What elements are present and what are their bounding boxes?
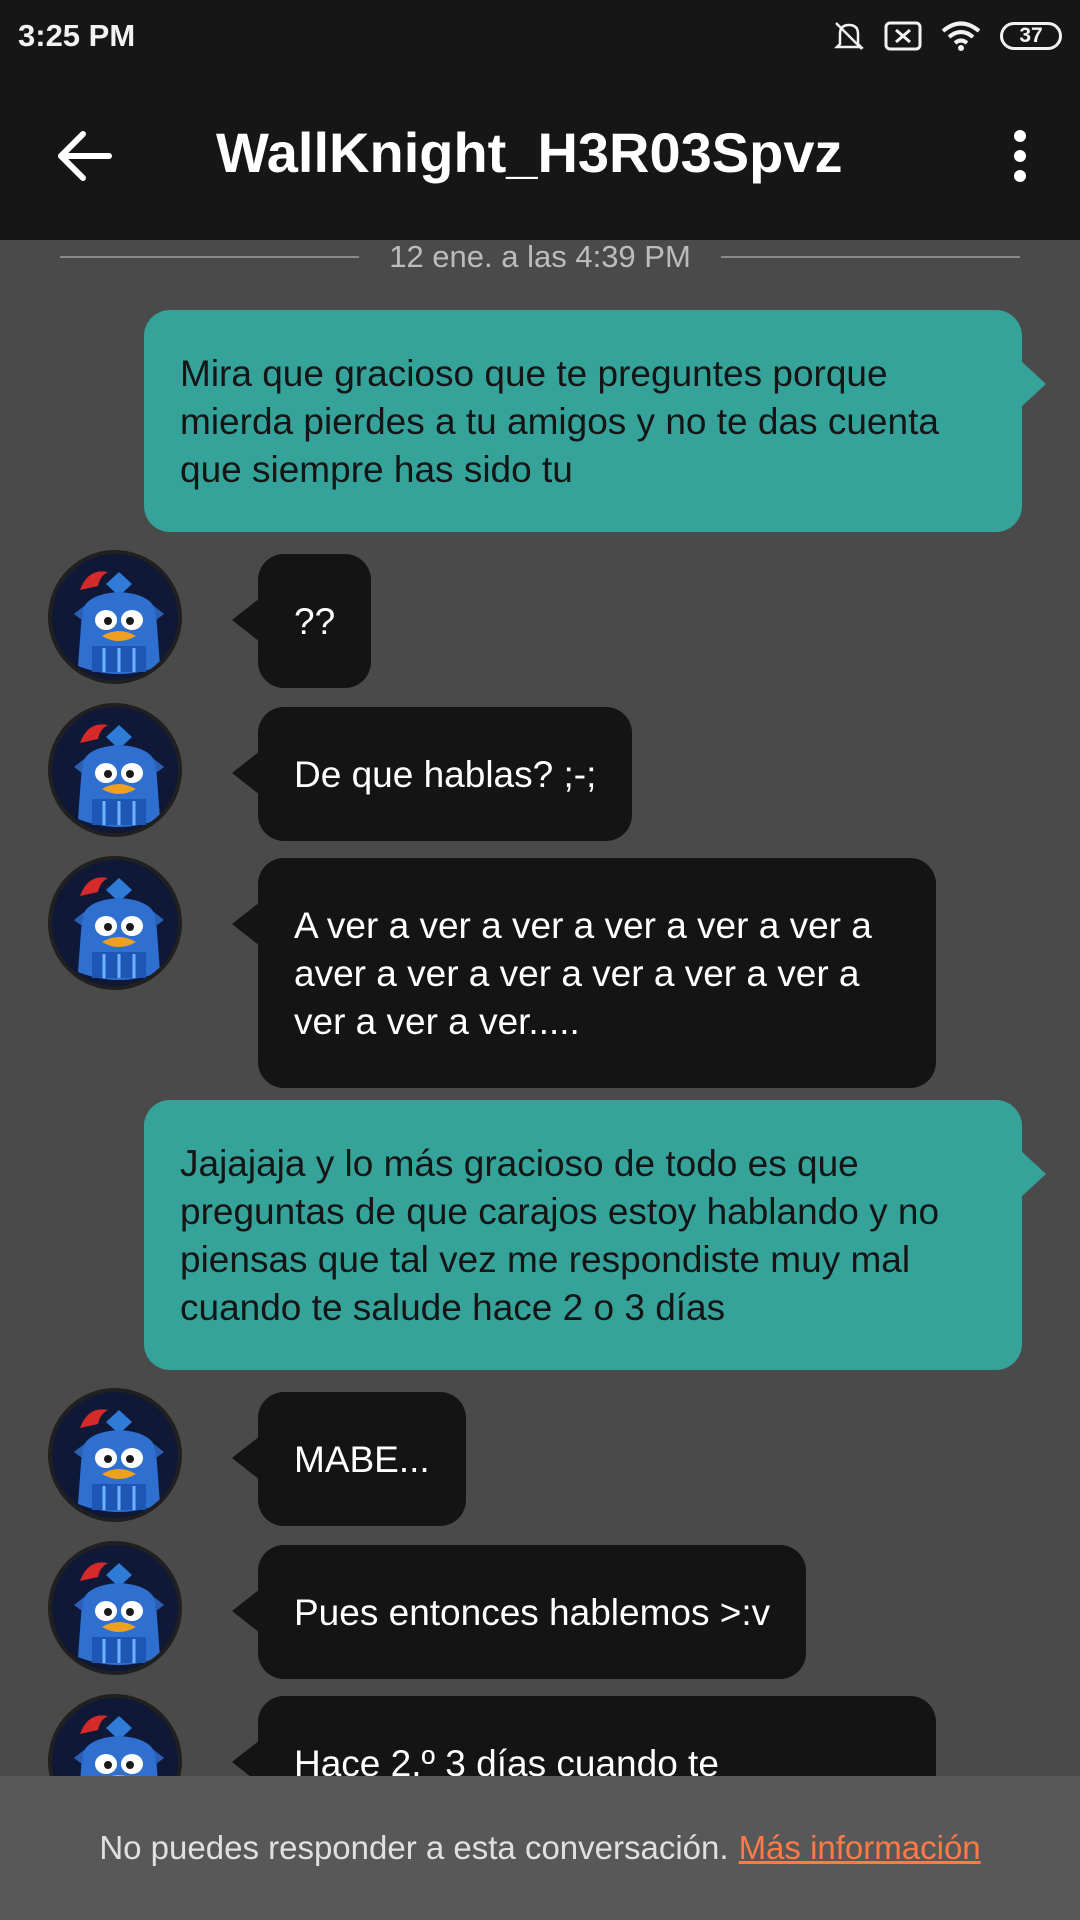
avatar[interactable] bbox=[48, 856, 182, 990]
bell-muted-icon bbox=[833, 22, 865, 50]
app-bar: WallKnight_H3R03Spvz bbox=[0, 72, 1080, 240]
incoming-message[interactable]: A ver a ver a ver a ver a ver a ver a av… bbox=[232, 858, 936, 1088]
status-time: 3:25 PM bbox=[18, 18, 136, 53]
notification-x-icon bbox=[884, 21, 922, 51]
message-text: De que hablas? ;-; bbox=[294, 754, 597, 795]
incoming-message[interactable]: MABE... bbox=[232, 1392, 466, 1526]
outgoing-message[interactable]: Mira que gracioso que te preguntes porqu… bbox=[144, 310, 1046, 532]
message-text: ?? bbox=[294, 601, 336, 642]
status-bar: 3:25 PM 37 bbox=[0, 0, 1080, 72]
back-arrow-icon[interactable] bbox=[55, 126, 115, 186]
more-options-icon[interactable] bbox=[1000, 126, 1040, 186]
knight-avatar-icon bbox=[52, 1392, 178, 1518]
reply-disabled-bar: No puedes responder a esta conversación.… bbox=[0, 1776, 1080, 1920]
wifi-icon bbox=[941, 21, 981, 51]
more-info-link[interactable]: Más información bbox=[739, 1829, 981, 1867]
avatar[interactable] bbox=[48, 1541, 182, 1675]
message-text: Jajajaja y lo más gracioso de todo es qu… bbox=[180, 1143, 940, 1328]
message-text: Mira que gracioso que te preguntes porqu… bbox=[180, 353, 939, 490]
knight-avatar-icon bbox=[52, 1545, 178, 1671]
reply-disabled-notice: No puedes responder a esta conversación. bbox=[99, 1829, 729, 1866]
date-label: 12 ene. a las 4:39 PM bbox=[389, 239, 691, 274]
message-text: Pues entonces hablemos >:v bbox=[294, 1592, 771, 1633]
status-icons: 37 bbox=[832, 18, 1062, 54]
knight-avatar-icon bbox=[52, 707, 178, 833]
message-text: A ver a ver a ver a ver a ver a ver a av… bbox=[294, 905, 872, 1042]
incoming-message[interactable]: Pues entonces hablemos >:v bbox=[231, 1545, 807, 1679]
avatar[interactable] bbox=[48, 550, 182, 684]
message-text: MABE... bbox=[294, 1439, 430, 1480]
divider bbox=[60, 256, 360, 258]
outgoing-message[interactable]: Jajajaja y lo más gracioso de todo es qu… bbox=[144, 1100, 1046, 1370]
incoming-message[interactable]: ?? bbox=[231, 554, 372, 688]
avatar[interactable] bbox=[48, 703, 182, 837]
incoming-message[interactable]: De que hablas? ;-; bbox=[231, 707, 633, 841]
divider bbox=[720, 256, 1020, 258]
date-separator: 12 ene. a las 4:39 PM bbox=[60, 239, 1020, 274]
chat-title: WallKnight_H3R03Spvz bbox=[216, 121, 843, 184]
knight-avatar-icon bbox=[52, 860, 178, 986]
battery-indicator: 37 bbox=[1000, 22, 1062, 50]
avatar[interactable] bbox=[48, 1388, 182, 1522]
knight-avatar-icon bbox=[52, 554, 178, 680]
battery-level: 37 bbox=[1019, 24, 1043, 47]
